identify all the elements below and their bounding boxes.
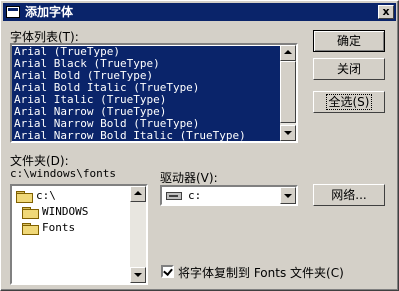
ok-button[interactable]: 确定: [313, 30, 385, 52]
font-list[interactable]: Arial (TrueType) Arial Black (TrueType) Ar…: [10, 43, 298, 143]
open-folder-icon: [16, 190, 33, 203]
folder-name: Fonts: [42, 221, 76, 234]
title-bar[interactable]: 添加字体 x: [3, 3, 396, 21]
window-title: 添加字体: [25, 5, 74, 19]
folder-name: WINDOWS: [42, 205, 89, 218]
font-list-item[interactable]: Arial Narrow Bold Italic (TrueType): [12, 130, 280, 141]
chevron-down-icon[interactable]: [280, 187, 296, 204]
copy-to-fonts-checkbox[interactable]: [161, 265, 174, 278]
select-all-label: 全选(S): [325, 94, 373, 110]
drive-icon: [166, 192, 182, 200]
scroll-up-arrow-icon[interactable]: [280, 45, 296, 61]
select-all-button[interactable]: 全选(S): [313, 91, 385, 113]
window-icon: [6, 6, 20, 18]
drive-value: c:: [188, 189, 202, 202]
folder-tree[interactable]: c:\ WINDOWS Fonts: [10, 184, 148, 285]
folder-item-fonts[interactable]: Fonts: [22, 220, 75, 235]
folder-item-windows[interactable]: WINDOWS: [22, 204, 88, 219]
scroll-down-arrow-icon[interactable]: [130, 267, 146, 283]
open-folder-icon: [22, 206, 39, 219]
folder-tree-scrollbar[interactable]: [130, 186, 146, 283]
close-button[interactable]: 关闭: [313, 58, 385, 80]
close-icon[interactable]: x: [378, 5, 394, 19]
network-button[interactable]: 网络...: [313, 184, 385, 206]
drive-label: 驱动器(V):: [160, 171, 218, 185]
folder-item-c-root[interactable]: c:\: [16, 188, 56, 203]
drive-select[interactable]: c:: [160, 185, 298, 206]
checkmark-icon: [163, 266, 173, 276]
current-path: c:\windows\fonts: [10, 167, 116, 180]
folder-name: c:\: [36, 189, 56, 202]
font-list-scrollbar[interactable]: [280, 45, 296, 141]
scroll-thumb[interactable]: [280, 61, 296, 123]
add-fonts-dialog: 添加字体 x 字体列表(T): Arial (TrueType) Arial Bl…: [0, 0, 399, 291]
scroll-down-arrow-icon[interactable]: [280, 125, 296, 141]
scroll-up-arrow-icon[interactable]: [130, 186, 146, 202]
copy-to-fonts-label[interactable]: 将字体复制到 Fonts 文件夹(C): [178, 264, 344, 281]
open-folder-icon: [22, 222, 39, 235]
